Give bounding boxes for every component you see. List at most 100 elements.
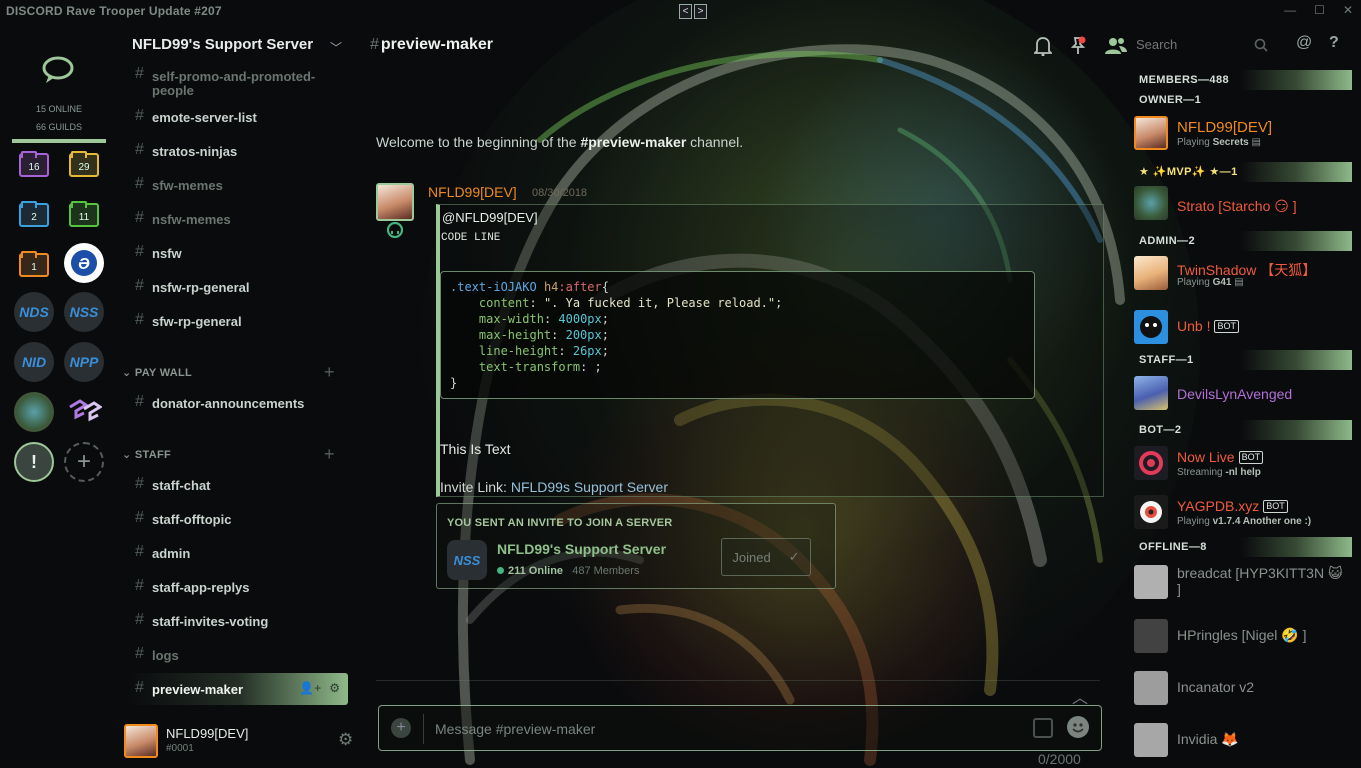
channel-sfw-rp-general[interactable]: # sfw-rp-general [135,311,242,329]
member-twinshadow[interactable]: TwinShadow 【天狐】 Playing G41 ▤ [1134,252,1354,292]
server-folder-blue[interactable]: 2 [19,201,49,227]
server-folder-green[interactable]: 11 [69,201,99,227]
group-header-bot: BOT—2 [1130,420,1352,440]
nav-forward-button[interactable]: > [694,4,707,19]
guild-separator [12,139,106,143]
server-invite-card: YOU SENT AN INVITE TO JOIN A SERVER NSS … [436,503,836,589]
member-nfld99[interactable]: NFLD99[DEV] Playing Secrets ▤ [1134,112,1354,152]
server-folder-purple[interactable]: 16 [19,151,49,177]
avatar [1134,186,1168,220]
category-pay-wall[interactable]: ⌄ PAY WALL + [122,362,335,382]
member-now-live[interactable]: Now Live BOT Streaming -nl help [1134,442,1354,482]
channel-nsfw-rp-general[interactable]: # nsfw-rp-general [135,277,250,295]
guild-sidebar: 15 ONLINE 66 GUILDS 16 29 2 11 1 Ə NDS N… [0,22,118,768]
member-invidia[interactable]: Invidia 🦊 [1134,719,1354,759]
message-composer[interactable]: + Message #preview-maker [378,705,1102,751]
avatar [1134,565,1168,599]
member-breadcat[interactable]: breadcat [HYP3KITT3N 😺 ] [1134,561,1354,607]
server-icon-g-logo[interactable] [64,392,104,432]
message-text: This Is Text [440,441,511,457]
nav-back-button[interactable]: < [679,4,692,19]
rich-presence-icon: ▤ [1234,277,1244,288]
channel-self-promo[interactable]: # self-promo-and-promoted-people [135,66,335,98]
message-embed: @NFLD99[DEV] CODE LINE .text-iOJAKO h4:a… [436,204,1104,497]
message-author[interactable]: NFLD99[DEV] [428,184,517,200]
github-icon [387,222,403,238]
channel-staff-offtopic[interactable]: # staff-offtopic [135,509,231,527]
gear-icon[interactable]: ⚙ [329,681,340,695]
search-icon [1254,38,1268,52]
member-strato[interactable]: Strato [Starcho 😏 ] [1134,182,1354,222]
add-server-button[interactable]: + [64,442,104,482]
channel-logs[interactable]: # logs [135,645,179,663]
channel-preview-maker[interactable]: # preview-maker [135,679,243,697]
user-panel: NFLD99[DEV] #0001 ⚙ [118,712,358,768]
invite-server-name[interactable]: NFLD99's Support Server [497,541,666,557]
gift-icon[interactable] [1033,718,1053,738]
joined-button[interactable]: Joined ✓ [721,538,811,576]
add-channel-icon[interactable]: + [324,362,335,383]
group-header-owner: OWNER—1 [1139,94,1202,106]
character-counter: 0/2000 [1038,751,1081,767]
online-stats: 15 ONLINE 66 GUILDS [0,100,118,136]
add-channel-icon[interactable]: + [324,444,335,465]
code-block: .text-iOJAKO h4:after{ content: ". Ya fu… [440,271,1035,399]
avatar [1134,723,1168,757]
member-incanator[interactable]: Incanator v2 [1134,667,1354,707]
channel-nsfw-memes[interactable]: # nsfw-memes [135,209,231,227]
category-staff[interactable]: ⌄ STAFF + [122,444,335,464]
messages: Welcome to the beginning of the #preview… [358,22,1126,768]
maximize-icon[interactable]: ☐ [1314,3,1325,17]
home-chat-icon[interactable] [41,56,75,84]
member-hpringles[interactable]: HPringles [Nigel 🤣 ] [1134,615,1354,655]
invite-stats: 211 Online 487 Members [497,565,639,577]
channel-donator-announcements[interactable]: # donator-announcements [135,393,304,411]
search-input[interactable] [1136,37,1256,52]
group-header-mvp: ★ ✨MVP✨ ★—1 [1130,162,1352,182]
avatar [1134,495,1168,529]
server-icon-nid[interactable]: NID [14,342,54,382]
server-name[interactable]: NFLD99's Support Server [132,36,313,53]
channel-admin[interactable]: # admin [135,543,190,561]
invite-user-icon[interactable]: 👤+ [299,681,321,695]
rich-presence-icon: ▤ [1251,137,1261,148]
invite-link[interactable]: NFLD99s Support Server [511,479,668,495]
search-box[interactable] [1130,30,1280,60]
message-avatar[interactable] [376,183,414,221]
chevron-down-icon[interactable]: ﹀ [330,39,342,56]
server-icon-avatar[interactable] [14,392,54,432]
member-devilslynavenged[interactable]: DevilsLynAvenged [1134,372,1354,412]
message-input[interactable]: Message #preview-maker [435,721,595,737]
server-icon-nss[interactable]: NSS [64,292,104,332]
minimize-icon[interactable]: — [1284,3,1296,17]
channel-sfw-memes[interactable]: # sfw-memes [135,175,223,193]
close-icon[interactable]: ✕ [1343,3,1353,17]
upload-plus-icon[interactable]: + [391,718,411,738]
user-mention[interactable]: @NFLD99[DEV] [440,210,540,225]
channel-staff-app-replys[interactable]: # staff-app-replys [135,577,250,595]
member-list: MEMBERS—488 OWNER—1 NFLD99[DEV] Playing … [1126,22,1361,768]
server-icon-nds[interactable]: NDS [14,292,54,332]
channel-staff-chat[interactable]: # staff-chat [135,475,211,493]
channel-nsfw[interactable]: # nsfw [135,243,182,261]
channel-staff-invites-voting[interactable]: # staff-invites-voting [135,611,268,629]
avatar [1134,671,1168,705]
channel-emote-server-list[interactable]: # emote-server-list [135,107,257,125]
emoji-icon[interactable] [1067,716,1089,738]
channel-stratos-ninjas[interactable]: # stratos-ninjas [135,141,237,159]
server-icon-npp[interactable]: NPP [64,342,104,382]
group-header-admin: ADMIN—2 [1130,231,1352,251]
member-yagpdb[interactable]: YAGPDB.xyz BOT Playing v1.7.4 Another one… [1134,491,1354,531]
help-icon[interactable]: ? [1329,34,1339,52]
title-bar: DISCORD Rave Trooper Update #207 < > — ☐… [0,0,1361,22]
server-folder-orange[interactable]: 1 [19,251,49,277]
member-unb[interactable]: Unb ! BOT [1134,306,1354,346]
server-folder-yellow[interactable]: 29 [69,151,99,177]
avatar[interactable] [124,724,158,758]
settings-gear-icon[interactable]: ⚙ [338,730,353,750]
avatar [1134,310,1168,344]
mentions-icon[interactable]: @ [1296,34,1312,52]
server-icon-blue-logo[interactable]: Ə [64,243,104,283]
alert-icon[interactable]: ! [14,442,54,482]
invite-server-icon[interactable]: NSS [447,540,487,580]
